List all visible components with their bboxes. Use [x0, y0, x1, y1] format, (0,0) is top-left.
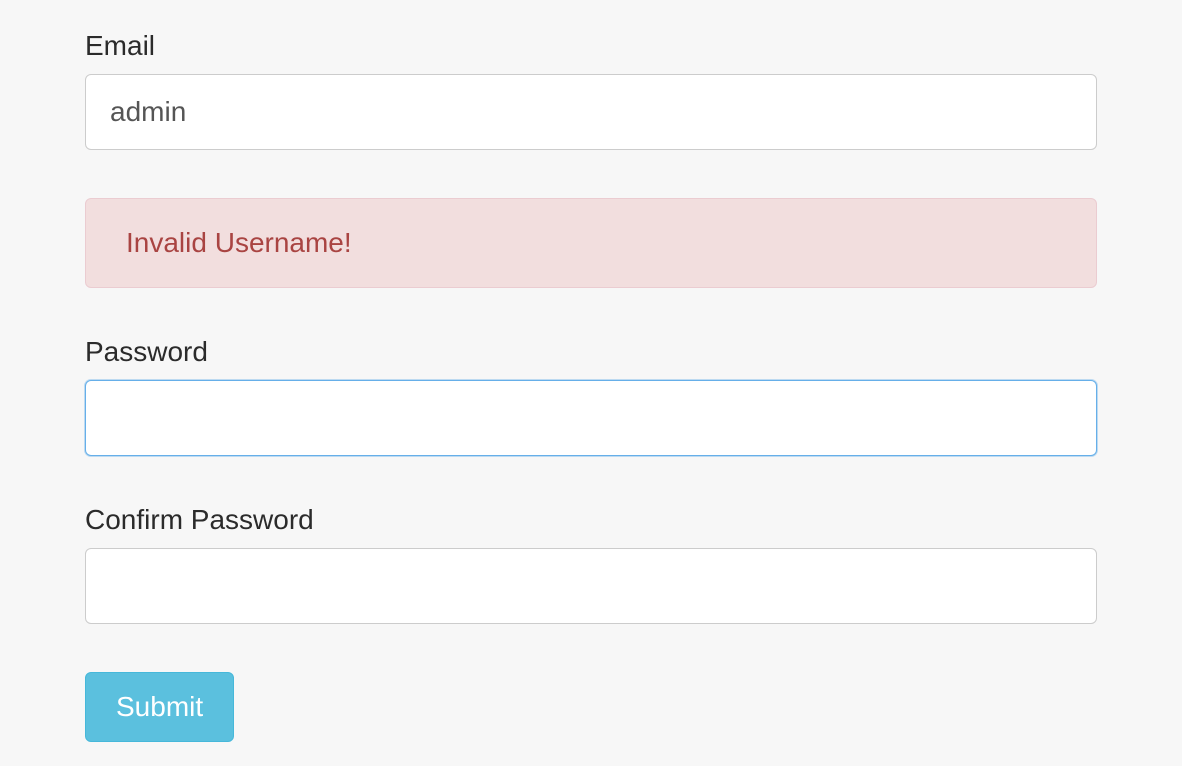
password-group: Password: [85, 336, 1097, 456]
password-label: Password: [85, 336, 1097, 368]
submit-button[interactable]: Submit: [85, 672, 234, 742]
email-group: Email: [85, 30, 1097, 150]
signup-form: Email Invalid Username! Password Confirm…: [85, 30, 1097, 742]
password-field[interactable]: [85, 380, 1097, 456]
confirm-password-field[interactable]: [85, 548, 1097, 624]
email-label: Email: [85, 30, 1097, 62]
error-alert: Invalid Username!: [85, 198, 1097, 288]
email-field[interactable]: [85, 74, 1097, 150]
confirm-password-label: Confirm Password: [85, 504, 1097, 536]
confirm-password-group: Confirm Password: [85, 504, 1097, 624]
